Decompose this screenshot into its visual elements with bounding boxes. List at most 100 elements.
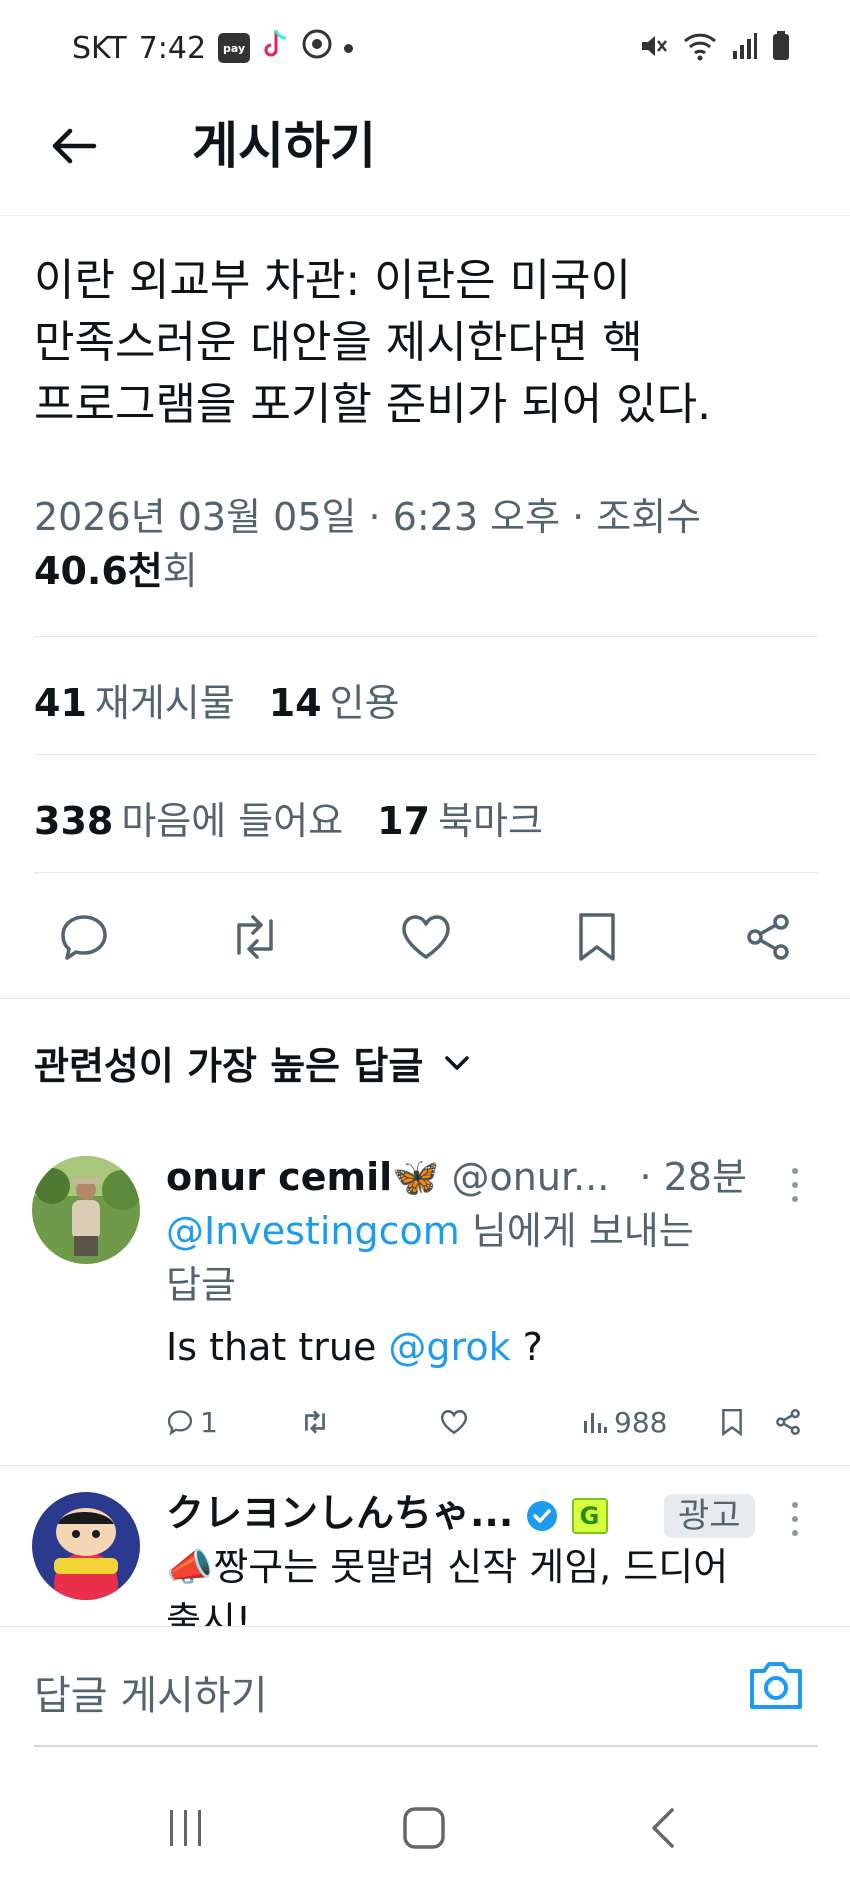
comment-icon [61,915,107,960]
reply-item[interactable]: onur cemil🦋 @onur... · 28분 @Investingcom… [0,1140,850,1466]
battery-icon [772,31,790,65]
avatar[interactable] [32,1492,140,1600]
reply-text: Is that true @grok ? [166,1320,543,1374]
reply-text-suffix: ? [510,1325,543,1369]
top-app-bar: 게시하기 [0,96,850,216]
page-title: 게시하기 [192,117,376,175]
bookmark-button[interactable] [569,909,625,965]
comment-icon [167,1410,193,1435]
mute-icon [638,31,668,65]
post-meta: 2026년 03월 05일 · 6:23 오후 · 조회수 40.6천회 [34,490,824,598]
reply-to-line-2: 답글 [166,1263,236,1307]
signal-icon [732,31,758,65]
repost-stats-row: 41 재게시물 14 인용 [34,672,400,727]
reply-like-button[interactable] [440,1409,468,1435]
reply-views-button[interactable]: 988 [582,1406,667,1439]
recent-apps-icon [170,1810,201,1846]
views-count: 40.6천 [34,549,163,593]
post-text-line: 프로그램을 포기할 준비가 되어 있다. [34,379,712,430]
quotes-count: 14 [268,681,322,725]
bookmarks-count: 17 [377,799,431,843]
like-button[interactable] [398,909,454,965]
reply-to-line: @Investingcom 님에게 보내는 [166,1204,694,1258]
chevron-down-icon [445,1055,470,1070]
status-bar: SKT 7:42 pay [0,0,850,96]
divider [34,636,818,637]
system-back-button[interactable] [634,1798,694,1858]
carrier-label: SKT [72,30,127,66]
post-views: 40.6천회 [34,544,824,598]
views-chart-icon [584,1413,607,1433]
reply-to-text: 님에게 보내는 [459,1209,694,1253]
divider [34,872,818,873]
post-actions [34,892,818,982]
reply-actions: 1 988 [166,1402,806,1442]
mention-link[interactable]: @grok [388,1325,510,1369]
author-name[interactable]: クレヨンしんちゃ... [166,1491,513,1535]
verified-badge-icon [527,1500,558,1531]
reply-author-line: onur cemil🦋 @onur... · 28분 [166,1150,747,1204]
reposts-count: 41 [34,681,87,725]
reply-views-count: 988 [614,1405,668,1439]
promoted-reply-item[interactable]: クレヨンしんちゃ... G 광고 📣짱구는 못말려 신작 게임, 드디어 출시! [0,1466,850,1626]
divider [34,754,818,755]
ad-label: 광고 [664,1494,755,1538]
like-stats-row: 338 마음에 들어요 17 북마크 [34,790,543,845]
likes-label: 마음에 들어요 [121,799,344,843]
reply-bookmark-button[interactable] [720,1408,744,1436]
share-icon [747,914,789,960]
likes-stat[interactable]: 338 마음에 들어요 [34,790,343,845]
camera-button[interactable] [746,1657,806,1713]
reposts-stat[interactable]: 41 재게시물 [34,672,235,727]
mention-link[interactable]: @Investingcom [166,1209,460,1253]
post-body: 이란 외교부 차관: 이란은 미국이 만족스러운 대안을 제시한다면 핵 프로그… [34,250,824,436]
clock: 7:42 [138,30,207,66]
home-button[interactable] [394,1798,454,1858]
reply-repost-button[interactable] [300,1409,330,1435]
author-handle[interactable]: @onur... [452,1155,610,1199]
arrow-left-icon [52,128,97,164]
author-name[interactable]: onur cemil🦋 [166,1155,439,1199]
heart-icon [402,915,450,959]
promo-text-line: 📣짱구는 못말려 신작 게임, 드디어 [166,1545,729,1589]
reply-button[interactable] [56,909,112,965]
repost-icon [237,915,273,959]
notification-dot-icon [344,43,354,53]
share-button[interactable] [740,909,796,965]
wifi-icon [682,31,718,65]
reply-sort-dropdown[interactable]: 관련성이 가장 높은 답글 [34,1035,471,1090]
chrome-icon [302,29,332,67]
back-button[interactable] [44,116,104,176]
sort-label: 관련성이 가장 높은 답글 [34,1044,424,1088]
system-navigation-bar [0,1760,850,1889]
more-options-icon[interactable] [788,1168,802,1202]
reply-text-prefix: Is that true [166,1325,389,1369]
tiktok-icon [262,28,290,68]
likes-count: 338 [34,799,114,843]
recent-apps-button[interactable] [156,1798,216,1858]
promo-text-line: 출시! [166,1599,252,1626]
quotes-stat[interactable]: 14 인용 [269,672,400,727]
avatar[interactable] [32,1156,140,1264]
reply-author-line: クレヨンしんちゃ... G [166,1486,608,1540]
composer-underline [34,1745,818,1747]
share-icon [776,1408,800,1436]
reply-composer: 답글 게시하기 [0,1626,850,1748]
reply-comment-button[interactable]: 1 [166,1406,218,1439]
reply-input[interactable]: 답글 게시하기 [34,1663,268,1721]
section-divider [0,998,850,999]
camera-icon [750,1662,802,1709]
chevron-left-icon [652,1808,674,1848]
repost-button[interactable] [227,909,283,965]
reposts-label: 재게시물 [94,681,235,725]
heart-icon [440,1410,468,1435]
bookmark-icon [579,913,615,961]
more-options-icon[interactable] [788,1502,802,1536]
reply-time: · 28분 [639,1155,747,1199]
post-text-line: 만족스러운 대안을 제시한다면 핵 [34,317,643,368]
bookmarks-label: 북마크 [438,799,543,843]
bookmarks-stat[interactable]: 17 북마크 [377,790,543,845]
quotes-label: 인용 [329,681,400,725]
pay-icon: pay [218,33,251,63]
reply-share-button[interactable] [774,1408,802,1436]
